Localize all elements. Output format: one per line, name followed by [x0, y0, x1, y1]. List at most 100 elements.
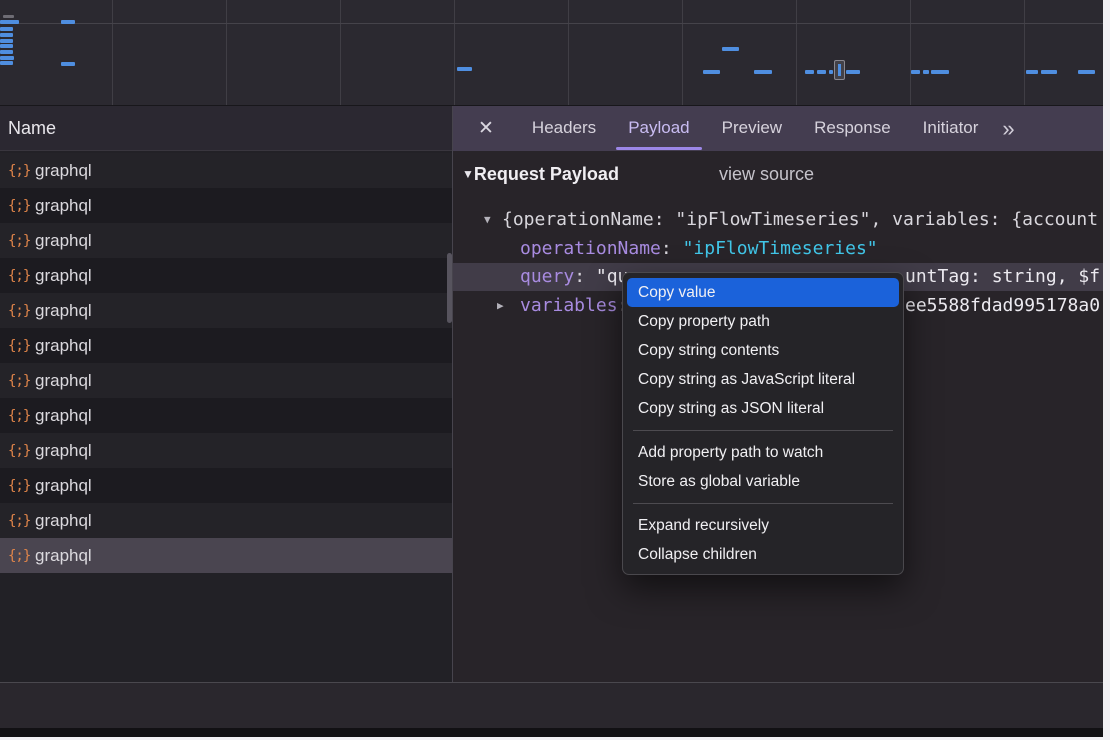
- operation-name-row[interactable]: operationName: "ipFlowTimeseries": [453, 234, 1103, 263]
- table-row[interactable]: {;} graphql: [0, 398, 452, 433]
- timeline-bar: [722, 47, 739, 51]
- key-separator: :: [574, 266, 596, 287]
- menu-item-copy-property-path[interactable]: Copy property path: [627, 307, 899, 336]
- table-row[interactable]: {;} graphql: [0, 293, 452, 328]
- timeline-bar: [61, 62, 75, 66]
- table-row[interactable]: {;} graphql: [0, 328, 452, 363]
- timeline-bar: [3, 15, 14, 18]
- view-source-link[interactable]: view source: [719, 164, 814, 185]
- table-row[interactable]: {;} graphql: [0, 188, 452, 223]
- request-list: {;} graphql {;} graphql {;} graphql {;} …: [0, 151, 452, 682]
- tab-payload[interactable]: Payload: [612, 106, 705, 151]
- menu-item-copy-string-contents[interactable]: Copy string contents: [627, 336, 899, 365]
- timeline-bar: [61, 20, 75, 24]
- timeline-bar: [931, 70, 949, 74]
- tab-response[interactable]: Response: [798, 106, 907, 151]
- timeline-bar: [0, 61, 13, 65]
- property-value-clipped: ee5588fdad995178a0: [905, 291, 1100, 320]
- json-braces-icon: {;}: [8, 373, 35, 389]
- menu-item-expand-recursively[interactable]: Expand recursively: [627, 511, 899, 540]
- tab-strip: HeadersPayloadPreviewResponseInitiator: [516, 106, 994, 151]
- menu-item-store-as-global-variable[interactable]: Store as global variable: [627, 467, 899, 496]
- tab-headers[interactable]: Headers: [516, 106, 612, 151]
- tab-initiator[interactable]: Initiator: [907, 106, 995, 151]
- menu-item-add-property-path-to-watch[interactable]: Add property path to watch: [627, 438, 899, 467]
- panel-header-row: Name ✕ HeadersPayloadPreviewResponseInit…: [0, 106, 1103, 151]
- expander-right-icon[interactable]: ▶: [497, 291, 504, 320]
- menu-item-collapse-children[interactable]: Collapse children: [627, 540, 899, 569]
- overview-gridline: [796, 0, 797, 105]
- request-name: graphql: [35, 231, 92, 251]
- timeline-bar: [911, 70, 920, 74]
- selected-request-marker: [834, 60, 845, 80]
- menu-divider: [633, 503, 893, 504]
- request-name: graphql: [35, 441, 92, 461]
- request-name: graphql: [35, 371, 92, 391]
- request-name: graphql: [35, 161, 92, 181]
- panel-split-divider[interactable]: [452, 106, 453, 728]
- window-bottom-edge: [0, 728, 1103, 737]
- json-braces-icon: {;}: [8, 408, 35, 424]
- menu-item-copy-string-as-json-literal[interactable]: Copy string as JSON literal: [627, 394, 899, 423]
- request-name: graphql: [35, 301, 92, 321]
- timeline-bar: [754, 70, 772, 74]
- name-column-header[interactable]: Name: [0, 106, 452, 151]
- summary-footer: [0, 683, 1103, 728]
- more-tabs-icon[interactable]: »: [1002, 107, 1014, 151]
- timeline-bar: [0, 27, 13, 31]
- table-row[interactable]: {;} graphql: [0, 468, 452, 503]
- timeline-bar: [846, 70, 860, 74]
- overview-gridline: [568, 0, 569, 105]
- expander-down-icon[interactable]: ▼: [484, 205, 491, 234]
- table-row[interactable]: {;} graphql: [0, 433, 452, 468]
- table-row[interactable]: {;} graphql: [0, 258, 452, 293]
- timeline-bar: [0, 33, 13, 37]
- property-value: "ipFlowTimeseries": [683, 238, 878, 259]
- table-row[interactable]: {;} graphql: [0, 503, 452, 538]
- table-row[interactable]: {;} graphql: [0, 223, 452, 258]
- timeline-bar: [0, 20, 19, 24]
- request-name: graphql: [35, 406, 92, 426]
- collapse-triangle-icon[interactable]: ▼: [462, 167, 474, 181]
- table-row[interactable]: {;} graphql: [0, 363, 452, 398]
- overview-gridline: [682, 0, 683, 105]
- property-key: variables: [520, 295, 618, 316]
- overview-gridline: [454, 0, 455, 105]
- json-braces-icon: {;}: [8, 198, 35, 214]
- json-braces-icon: {;}: [8, 163, 35, 179]
- request-name: graphql: [35, 266, 92, 286]
- selected-request-tick: [838, 64, 841, 76]
- table-row[interactable]: {;} graphql: [0, 153, 452, 188]
- section-title: Request Payload: [474, 164, 619, 184]
- json-braces-icon: {;}: [8, 513, 35, 529]
- menu-item-copy-string-as-javascript-literal[interactable]: Copy string as JavaScript literal: [627, 365, 899, 394]
- payload-root-row[interactable]: ▼ {operationName: "ipFlowTimeseries", va…: [453, 205, 1103, 234]
- close-icon[interactable]: ✕: [478, 117, 494, 140]
- property-key: query: [520, 266, 574, 287]
- timeline-bar: [1041, 70, 1057, 74]
- request-name: graphql: [35, 336, 92, 356]
- overview-gridline: [226, 0, 227, 105]
- json-braces-icon: {;}: [8, 303, 35, 319]
- overview-gridline: [1024, 0, 1025, 105]
- devtools-window: Name ✕ HeadersPayloadPreviewResponseInit…: [0, 0, 1103, 737]
- tab-preview[interactable]: Preview: [706, 106, 798, 151]
- request-name: graphql: [35, 546, 92, 566]
- table-row[interactable]: {;} graphql: [0, 538, 452, 573]
- overview-gridline: [340, 0, 341, 105]
- payload-root-preview: {operationName: "ipFlowTimeseries", vari…: [502, 205, 1098, 234]
- network-overview[interactable]: [0, 0, 1103, 106]
- menu-item-copy-value[interactable]: Copy value: [627, 278, 899, 307]
- overview-gridline: [910, 0, 911, 105]
- json-braces-icon: {;}: [8, 233, 35, 249]
- json-braces-icon: {;}: [8, 548, 35, 564]
- request-name: graphql: [35, 511, 92, 531]
- timeline-bar: [0, 56, 14, 60]
- timeline-bar: [1026, 70, 1038, 74]
- request-name: graphql: [35, 196, 92, 216]
- request-payload-header: ▼Request Payload view source: [462, 164, 1103, 190]
- timeline-bar: [0, 44, 13, 48]
- context-menu: Copy valueCopy property pathCopy string …: [622, 272, 904, 575]
- overview-gridline: [0, 23, 1103, 24]
- menu-divider: [633, 430, 893, 431]
